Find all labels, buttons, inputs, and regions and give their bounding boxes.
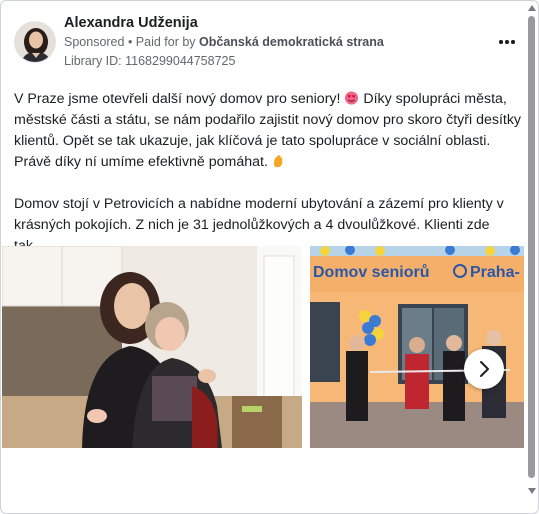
- photo-ribbon-cutting: Domov seniorů Praha-: [310, 246, 524, 448]
- more-options-dot: [511, 40, 515, 44]
- more-options-dot: [505, 40, 509, 44]
- scroll-up-arrow-icon[interactable]: [528, 5, 536, 11]
- post-paragraph-1: V Praze jsme otevřeli další nový domov p…: [14, 89, 524, 173]
- carousel-photo-ribbon[interactable]: Domov seniorů Praha-: [310, 246, 524, 448]
- image-carousel[interactable]: Domov seniorů Praha-: [2, 246, 524, 448]
- more-options-button[interactable]: [493, 31, 521, 53]
- avatar[interactable]: [14, 21, 56, 63]
- carousel-photo-hug[interactable]: [2, 246, 302, 448]
- ad-card: Alexandra Udženija Sponsored • Paid for …: [0, 0, 539, 514]
- scrollbar-thumb[interactable]: [528, 16, 535, 478]
- sponsored-label: Sponsored: [64, 35, 125, 49]
- scroll-down-arrow-icon[interactable]: [528, 488, 536, 494]
- sign-text-part-2: Praha-: [470, 264, 520, 281]
- photo-women-hugging: [2, 246, 302, 448]
- smiling-face-with-heart-eyes-icon: [345, 91, 359, 105]
- chevron-right-icon: [480, 361, 489, 377]
- advertiser-name[interactable]: Alexandra Udženija: [64, 15, 198, 31]
- paid-for-prefix: • Paid for by: [124, 35, 200, 49]
- sponsored-line: Sponsored • Paid for by Občanská demokra…: [64, 35, 384, 49]
- payer-name[interactable]: Občanská demokratická strana: [199, 35, 384, 49]
- waving-hand-icon: [273, 154, 283, 168]
- library-id: Library ID: 1168299044758725: [64, 54, 236, 68]
- vertical-scrollbar[interactable]: [525, 1, 538, 513]
- sign-text-part-1: Domov seniorů: [313, 264, 429, 281]
- avatar-photo: [15, 22, 55, 62]
- more-options-icon: [499, 40, 503, 44]
- carousel-next-button[interactable]: [464, 349, 504, 389]
- post-text-1a: V Praze jsme otevřeli další nový domov p…: [14, 91, 345, 107]
